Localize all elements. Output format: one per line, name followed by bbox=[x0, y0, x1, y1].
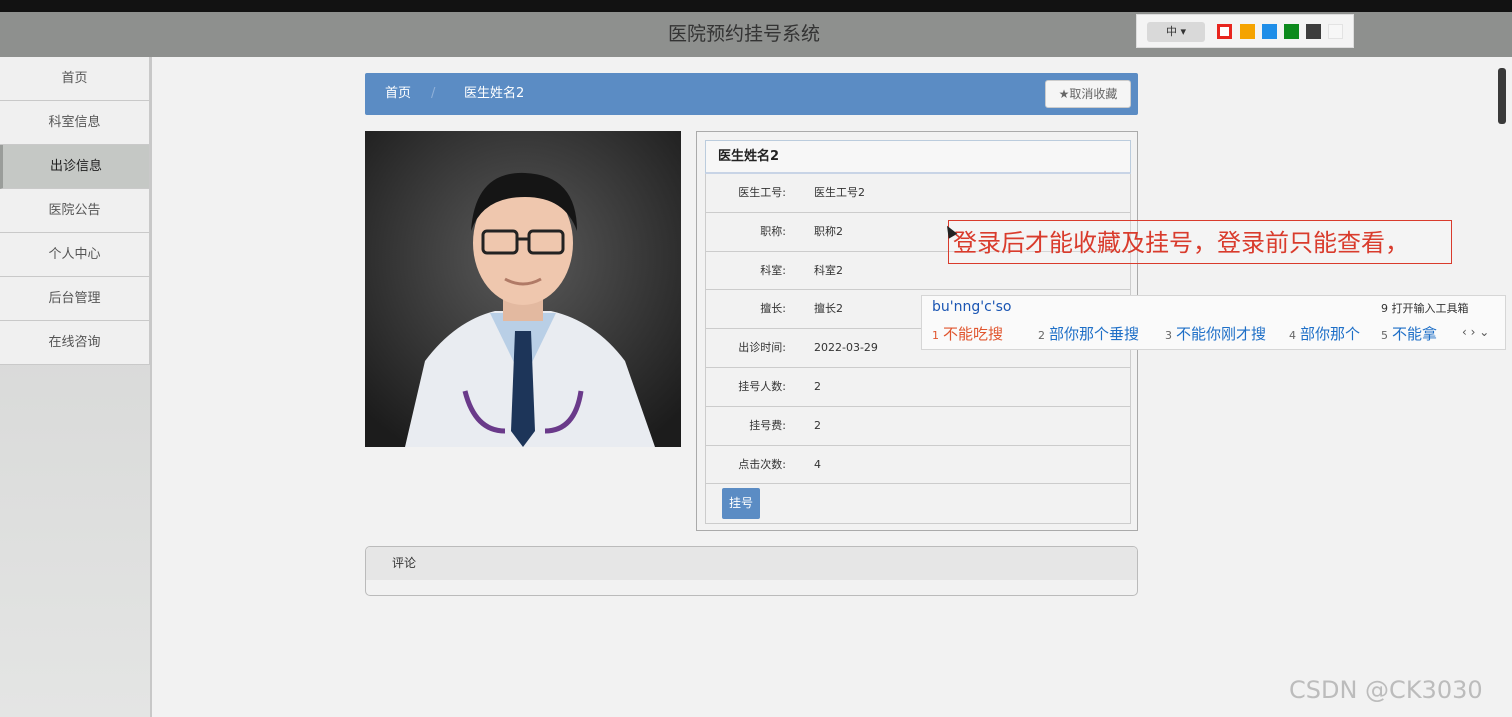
ime-page-arrows[interactable]: ‹ › ⌄ bbox=[1462, 325, 1489, 339]
breadcrumb-current: 医生姓名2 bbox=[464, 86, 525, 101]
info-row-clicks: 点击次数: 4 bbox=[705, 445, 1131, 485]
info-actions: 挂号 bbox=[705, 484, 1131, 525]
info-row-registrations: 挂号人数: 2 bbox=[705, 367, 1131, 407]
sidebar-item-departments[interactable]: 科室信息 bbox=[0, 101, 150, 145]
info-value: 医生工号2 bbox=[814, 186, 865, 199]
theme-swatch-blue[interactable] bbox=[1262, 24, 1277, 39]
info-label: 科室: bbox=[760, 263, 786, 277]
info-value: 职称2 bbox=[814, 224, 843, 238]
sidebar-nav: 首页 科室信息 出诊信息 医院公告 个人中心 后台管理 在线咨询 bbox=[0, 57, 150, 365]
comment-panel: 评论 bbox=[365, 546, 1138, 596]
info-label: 医生工号: bbox=[738, 186, 786, 199]
theme-swatch-orange[interactable] bbox=[1240, 24, 1255, 39]
ime-toolbox-link[interactable]: 9 打开输入工具箱 bbox=[1381, 300, 1469, 316]
info-value: 4 bbox=[814, 457, 821, 471]
info-value: 擅长2 bbox=[814, 302, 843, 316]
theme-swatch-dark[interactable] bbox=[1306, 24, 1321, 39]
overlay-annotation: 登录后才能收藏及挂号，登录前只能查看， bbox=[948, 220, 1452, 264]
info-value: 2 bbox=[814, 418, 821, 432]
info-label: 擅长: bbox=[760, 302, 786, 316]
info-label: 点击次数: bbox=[738, 457, 786, 471]
watermark: CSDN @CK3030 bbox=[1289, 676, 1483, 704]
info-value: 2022-03-29 bbox=[814, 341, 878, 355]
theme-swatch-white[interactable] bbox=[1328, 24, 1343, 39]
theme-swatch-green[interactable] bbox=[1284, 24, 1299, 39]
sidebar-item-consultation[interactable]: 在线咨询 bbox=[0, 321, 150, 365]
info-label: 职称: bbox=[760, 224, 786, 238]
sidebar-item-admin[interactable]: 后台管理 bbox=[0, 277, 150, 321]
sidebar-item-home[interactable]: 首页 bbox=[0, 57, 150, 101]
doctor-photo bbox=[365, 131, 681, 447]
info-label: 挂号费: bbox=[749, 418, 786, 432]
theme-switcher: 中 ▾ bbox=[1136, 14, 1354, 48]
breadcrumb: 首页 / 医生姓名2 ★取消收藏 bbox=[365, 73, 1138, 115]
sidebar-item-profile[interactable]: 个人中心 bbox=[0, 233, 150, 277]
ime-candidate[interactable]: 4 部你那个 bbox=[1289, 323, 1360, 344]
sidebar: 首页 科室信息 出诊信息 医院公告 个人中心 后台管理 在线咨询 bbox=[0, 57, 152, 717]
info-row-fee: 挂号费: 2 bbox=[705, 406, 1131, 446]
sidebar-item-announcements[interactable]: 医院公告 bbox=[0, 189, 150, 233]
cancel-favorite-button[interactable]: ★取消收藏 bbox=[1045, 80, 1131, 108]
window-top-bar bbox=[0, 0, 1512, 12]
info-row-employee-id: 医生工号: 医生工号2 bbox=[705, 174, 1131, 213]
breadcrumb-separator: / bbox=[431, 86, 436, 101]
sidebar-item-schedule[interactable]: 出诊信息 bbox=[0, 145, 150, 189]
ime-pinyin-input: bu'nng'c'so bbox=[932, 299, 1012, 315]
ime-candidate[interactable]: 3 不能你刚才搜 bbox=[1165, 323, 1266, 344]
ime-candidate[interactable]: 2 部你那个垂搜 bbox=[1038, 323, 1139, 344]
info-label: 出诊时间: bbox=[738, 341, 786, 355]
language-dropdown[interactable]: 中 ▾ bbox=[1147, 22, 1205, 42]
theme-swatch-red[interactable] bbox=[1217, 24, 1232, 39]
breadcrumb-home-link[interactable]: 首页 bbox=[385, 73, 411, 115]
register-button[interactable]: 挂号 bbox=[722, 488, 760, 520]
info-label: 挂号人数: bbox=[738, 379, 786, 393]
info-value: 科室2 bbox=[814, 263, 843, 277]
ime-candidate[interactable]: 5 不能拿 bbox=[1381, 323, 1437, 344]
info-value: 2 bbox=[814, 379, 821, 393]
comment-title: 评论 bbox=[366, 547, 1137, 580]
ime-candidate-window: bu'nng'c'so 9 打开输入工具箱 1 不能吃搜 2 部你那个垂搜 3 不能你… bbox=[921, 295, 1506, 350]
page-scrollbar[interactable] bbox=[1498, 68, 1506, 124]
ime-candidate[interactable]: 1 不能吃搜 bbox=[932, 323, 1003, 344]
doctor-name: 医生姓名2 bbox=[705, 140, 1131, 174]
